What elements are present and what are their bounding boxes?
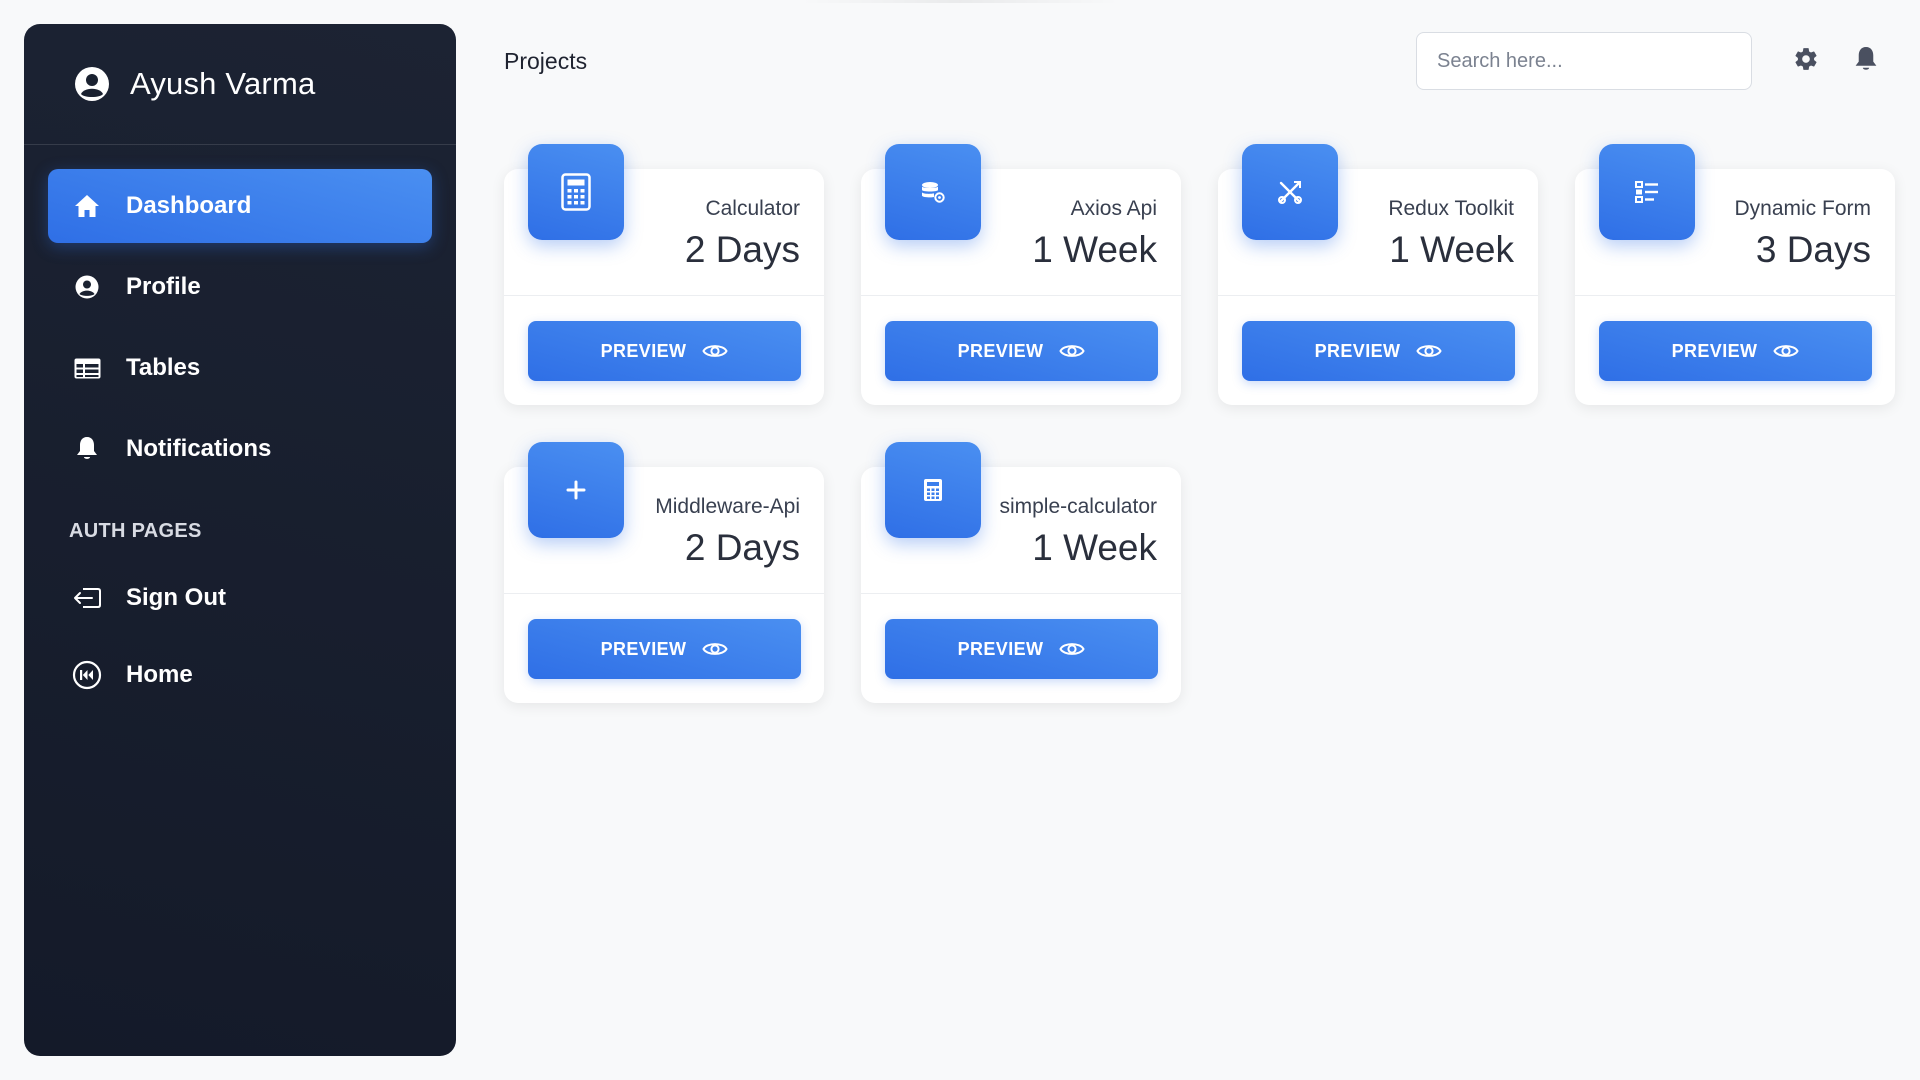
sidebar-item-label: Home — [126, 661, 193, 688]
project-duration: 3 Days — [1755, 229, 1871, 270]
sidebar-item-label: Profile — [126, 273, 201, 300]
project-name: Redux Toolkit — [1388, 197, 1514, 220]
user-circle-icon — [72, 272, 102, 302]
page-title: Projects — [504, 48, 588, 74]
project-card: Axios Api 1 Week PREVIEW — [861, 144, 1181, 405]
tools-icon — [1242, 144, 1338, 240]
eye-icon — [1059, 338, 1086, 364]
project-duration: 2 Days — [684, 229, 800, 270]
card-divider — [504, 593, 824, 594]
card-divider — [1575, 295, 1895, 296]
card-divider — [1218, 295, 1538, 296]
card-divider — [861, 295, 1181, 296]
sidebar-item-label: Sign Out — [126, 584, 226, 611]
project-duration: 2 Days — [684, 527, 800, 568]
preview-button[interactable]: PREVIEW — [528, 321, 801, 381]
checklist-icon — [1599, 144, 1695, 240]
project-name: simple-calculator — [999, 495, 1157, 518]
project-card: Calculator 2 Days PREVIEW — [504, 144, 824, 405]
project-name: Dynamic Form — [1734, 197, 1871, 220]
sidebar-item-tables[interactable]: Tables — [48, 331, 432, 405]
gear-icon[interactable] — [1791, 44, 1821, 74]
project-duration: 1 Week — [1032, 229, 1157, 270]
user-name: Ayush Varma — [130, 66, 316, 101]
eye-icon — [1773, 338, 1800, 364]
sidebar-item-dashboard[interactable]: Dashboard — [48, 169, 432, 243]
user-circle-icon — [74, 66, 110, 102]
preview-button-label: PREVIEW — [1671, 340, 1758, 361]
card-divider — [504, 295, 824, 296]
search-input[interactable] — [1437, 49, 1751, 73]
plus-icon — [528, 442, 624, 538]
project-card: Redux Toolkit 1 Week PREVIEW — [1218, 144, 1538, 405]
bell-icon — [72, 434, 102, 464]
preview-button[interactable]: PREVIEW — [1599, 321, 1872, 381]
preview-button[interactable]: PREVIEW — [1242, 321, 1515, 381]
project-name: Middleware-Api — [655, 495, 800, 518]
section-title-auth-pages: AUTH PAGES — [69, 520, 202, 542]
project-duration: 1 Week — [1389, 229, 1514, 270]
top-edge-shadow — [800, 0, 1120, 3]
sign-out-icon — [72, 583, 102, 613]
eye-icon — [1416, 338, 1443, 364]
sidebar-item-sign-out[interactable]: Sign Out — [48, 563, 432, 633]
sidebar-item-label: Notifications — [126, 435, 272, 462]
preview-button-label: PREVIEW — [1314, 340, 1401, 361]
preview-button-label: PREVIEW — [600, 340, 687, 361]
preview-button-label: PREVIEW — [957, 340, 1044, 361]
project-card: Dynamic Form 3 Days PREVIEW — [1575, 144, 1895, 405]
sidebar-nav: Dashboard Profile Tables Notifications — [24, 145, 456, 486]
sidebar-item-profile[interactable]: Profile — [48, 250, 432, 324]
rewind-circle-icon — [72, 660, 102, 690]
eye-icon — [1059, 636, 1086, 662]
eye-icon — [702, 338, 729, 364]
preview-button[interactable]: PREVIEW — [528, 619, 801, 679]
eye-icon — [702, 636, 729, 662]
project-card: Middleware-Api 2 Days PREVIEW — [504, 442, 824, 703]
project-name: Axios Api — [1070, 197, 1157, 220]
preview-button-label: PREVIEW — [600, 638, 687, 659]
project-card: simple-calculator 1 Week PREVIEW — [861, 442, 1181, 703]
table-icon — [72, 353, 102, 383]
preview-button[interactable]: PREVIEW — [885, 321, 1158, 381]
preview-button-label: PREVIEW — [957, 638, 1044, 659]
card-divider — [861, 593, 1181, 594]
project-duration: 1 Week — [1032, 527, 1157, 568]
bell-icon[interactable] — [1851, 44, 1881, 74]
preview-button[interactable]: PREVIEW — [885, 619, 1158, 679]
sidebar-item-label: Tables — [126, 354, 201, 381]
sidebar-brand[interactable]: Ayush Varma — [24, 24, 456, 145]
sidebar-item-home[interactable]: Home — [48, 640, 432, 710]
sidebar: Ayush Varma Dashboard Profile Tables Not… — [24, 24, 456, 1056]
calculator-icon — [528, 144, 624, 240]
database-gear-icon — [885, 144, 981, 240]
project-name: Calculator — [705, 197, 800, 220]
search-box — [1416, 32, 1752, 90]
sidebar-item-label: Dashboard — [126, 192, 252, 219]
calculator-icon — [885, 442, 981, 538]
sidebar-auth-nav: Sign Out Home — [24, 563, 456, 710]
sidebar-item-notifications[interactable]: Notifications — [48, 412, 432, 486]
home-icon — [72, 191, 102, 221]
